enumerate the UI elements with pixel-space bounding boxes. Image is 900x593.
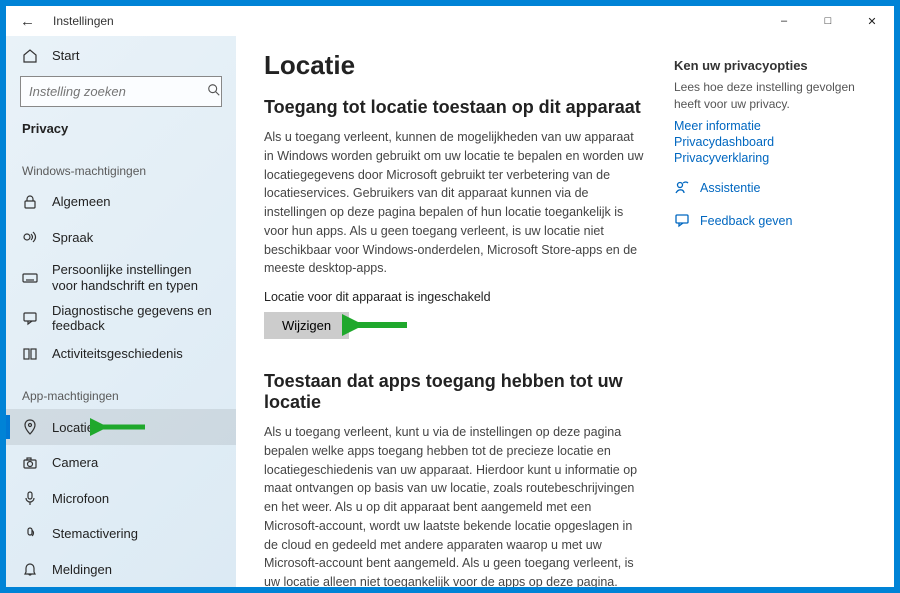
- sidebar-item-label: Meldingen: [52, 562, 112, 577]
- sidebar-item-location[interactable]: Locatie: [6, 409, 236, 445]
- search-box[interactable]: [20, 76, 222, 108]
- feedback-icon: [22, 310, 38, 326]
- sidebar-section-windows: Windows-machtigingen: [6, 146, 236, 184]
- link-more-info[interactable]: Meer informatie: [674, 119, 874, 133]
- sidebar-item-label: Stemactivering: [52, 526, 138, 541]
- sidebar-item-microphone[interactable]: Microfoon: [6, 480, 236, 516]
- link-privacy-statement[interactable]: Privacyverklaring: [674, 151, 874, 165]
- maximize-button[interactable]: □: [806, 6, 850, 36]
- close-button[interactable]: ✕: [850, 6, 894, 36]
- annotation-arrow: [342, 310, 412, 340]
- help-icon: [674, 179, 690, 198]
- help-link[interactable]: Assistentie: [674, 179, 874, 198]
- sidebar-item-voice-activation[interactable]: Stemactivering: [6, 516, 236, 552]
- sidebar-item-diagnostics[interactable]: Diagnostische gegevens en feedback: [6, 300, 236, 336]
- change-button[interactable]: Wijzigen: [264, 312, 349, 339]
- privacy-options-heading: Ken uw privacyopties: [674, 58, 874, 73]
- back-button[interactable]: ←: [20, 13, 35, 30]
- sidebar-item-label: Algemeen: [52, 194, 111, 209]
- keyboard-icon: [22, 270, 38, 286]
- sidebar-item-label: Spraak: [52, 230, 93, 245]
- sidebar-item-label: Diagnostische gegevens en feedback: [52, 303, 220, 333]
- sidebar: Start Privacy Windows-machtigingen Algem…: [6, 36, 236, 587]
- device-location-status: Locatie voor dit apparaat is ingeschakel…: [264, 290, 644, 304]
- main-content: Locatie Toegang tot locatie toestaan op …: [264, 50, 644, 587]
- sidebar-section-apps: App-machtigingen: [6, 371, 236, 409]
- history-icon: [22, 346, 38, 362]
- bell-icon: [22, 561, 38, 577]
- annotation-arrow: [90, 415, 150, 439]
- sidebar-item-label: Camera: [52, 455, 98, 470]
- sidebar-item-speech[interactable]: Spraak: [6, 220, 236, 256]
- home-icon: [22, 48, 38, 64]
- section-app-access-body: Als u toegang verleent, kunt u via de in…: [264, 423, 644, 587]
- search-input[interactable]: [29, 84, 207, 99]
- camera-icon: [22, 455, 38, 471]
- sidebar-item-label: Microfoon: [52, 491, 109, 506]
- feedback-link[interactable]: Feedback geven: [674, 212, 874, 231]
- minimize-button[interactable]: –: [762, 6, 806, 36]
- section-app-access-title: Toestaan dat apps toegang hebben tot uw …: [264, 371, 644, 413]
- sidebar-start-label: Start: [52, 48, 79, 63]
- sidebar-item-label: Persoonlijke instellingen voor handschri…: [52, 262, 220, 293]
- privacy-options-sub: Lees hoe deze instelling gevolgen heeft …: [674, 79, 874, 113]
- sidebar-item-label: Activiteitsgeschiedenis: [52, 346, 183, 361]
- sidebar-category[interactable]: Privacy: [6, 115, 236, 146]
- search-icon: [207, 83, 221, 100]
- window-title: Instellingen: [53, 14, 762, 28]
- sidebar-item-camera[interactable]: Camera: [6, 445, 236, 481]
- sidebar-item-notifications[interactable]: Meldingen: [6, 551, 236, 587]
- sidebar-item-activity[interactable]: Activiteitsgeschiedenis: [6, 336, 236, 372]
- sidebar-item-inking[interactable]: Persoonlijke instellingen voor handschri…: [6, 255, 236, 300]
- help-label: Assistentie: [700, 181, 760, 195]
- link-privacy-dashboard[interactable]: Privacydashboard: [674, 135, 874, 149]
- page-title: Locatie: [264, 50, 644, 81]
- privacy-options-panel: Ken uw privacyopties Lees hoe deze inste…: [674, 50, 874, 587]
- speech-icon: [22, 229, 38, 245]
- section-device-access-title: Toegang tot locatie toestaan op dit appa…: [264, 97, 644, 118]
- lock-icon: [22, 194, 38, 210]
- location-icon: [22, 419, 38, 435]
- voice-icon: [22, 526, 38, 542]
- feedback-label: Feedback geven: [700, 214, 792, 228]
- section-device-access-body: Als u toegang verleent, kunnen de mogeli…: [264, 128, 644, 278]
- sidebar-item-general[interactable]: Algemeen: [6, 184, 236, 220]
- feedback-icon: [674, 212, 690, 231]
- sidebar-item-label: Locatie: [52, 420, 94, 435]
- sidebar-start[interactable]: Start: [6, 38, 236, 74]
- microphone-icon: [22, 490, 38, 506]
